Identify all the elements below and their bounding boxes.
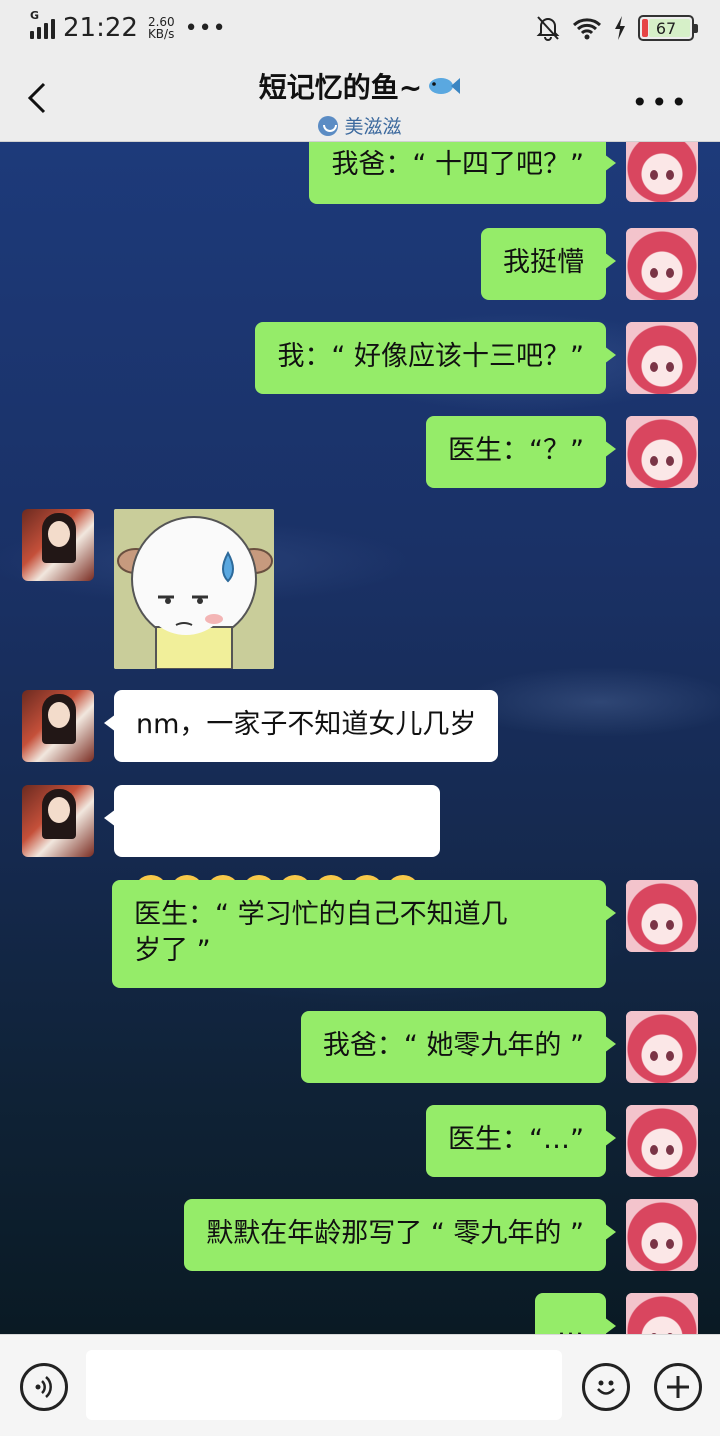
- chat-title: 短记忆的鱼~: [258, 71, 423, 104]
- my-avatar[interactable]: [626, 228, 698, 300]
- my-avatar[interactable]: [626, 142, 698, 202]
- voice-icon: [35, 1376, 52, 1398]
- status-text: 美滋滋: [344, 116, 402, 138]
- more-options-button[interactable]: •••: [631, 86, 690, 119]
- smile-status-icon: [318, 115, 339, 136]
- message-bubble[interactable]: 医生：“ 学习忙的自己不知道几 岁了 ”: [112, 880, 616, 988]
- emoji-picker-button[interactable]: [582, 1363, 630, 1411]
- battery-level: 67: [655, 18, 677, 38]
- network-speed: 2.60 KB/s: [148, 16, 175, 40]
- friend-avatar[interactable]: [22, 509, 94, 581]
- my-avatar[interactable]: [626, 1293, 698, 1334]
- signal-icon: G: [30, 9, 55, 39]
- plus-icon: [667, 1376, 689, 1398]
- mute-bell-icon: [536, 16, 560, 41]
- charging-icon: [615, 16, 625, 40]
- message-bubble[interactable]: 我挺懵: [481, 228, 616, 300]
- message-input[interactable]: [86, 1350, 562, 1420]
- message-bubble[interactable]: 我爸：“ 她零九年的 ”: [300, 1011, 617, 1083]
- message-bubble[interactable]: 医生：“？”: [426, 416, 616, 488]
- status-more-icon: •••: [184, 15, 227, 41]
- friend-avatar[interactable]: [22, 690, 94, 762]
- wifi-icon: [572, 18, 602, 40]
- friend-avatar[interactable]: [22, 785, 94, 857]
- message-bubble[interactable]: 我爸：“ 十四了吧？”: [309, 142, 616, 204]
- sweating-sheep-sticker[interactable]: [114, 509, 274, 669]
- network-type: G: [30, 9, 40, 22]
- status-bar: G 21:22 2.60 KB/s ••• 67: [0, 0, 720, 56]
- speed-unit: KB/s: [147, 27, 175, 41]
- more-functions-button[interactable]: [654, 1363, 702, 1411]
- my-avatar[interactable]: [626, 416, 698, 488]
- message-bubble[interactable]: 默默在年龄那写了 “ 零九年的 ”: [184, 1199, 616, 1271]
- my-avatar[interactable]: [626, 1105, 698, 1177]
- emoji-message[interactable]: [104, 785, 440, 909]
- chat-title-area: 短记忆的鱼~ 美滋滋: [0, 66, 720, 139]
- message-bubble[interactable]: 我：“ 好像应该十三吧？”: [255, 322, 616, 394]
- message-list[interactable]: 我爸：“ 十四了吧？” 我挺懵 我：“ 好像应该十三吧？” 医生：“？” nm，…: [0, 142, 720, 1334]
- message-bubble[interactable]: …: [535, 1293, 616, 1334]
- battery-indicator: 67: [638, 15, 698, 41]
- voice-input-button[interactable]: [20, 1363, 68, 1411]
- my-avatar[interactable]: [626, 1011, 698, 1083]
- sheep-icon: [114, 509, 274, 669]
- smiley-icon: [597, 1380, 615, 1395]
- my-avatar[interactable]: [626, 880, 698, 952]
- fish-icon: [429, 78, 461, 94]
- message-bubble[interactable]: 医生：“…”: [426, 1105, 616, 1177]
- chat-header: 短记忆的鱼~ 美滋滋 •••: [0, 56, 720, 142]
- chat-subtitle: 美滋滋: [0, 112, 720, 139]
- message-bubble[interactable]: nm，一家子不知道女儿几岁: [103, 690, 499, 762]
- input-bar: [0, 1334, 720, 1436]
- my-avatar[interactable]: [626, 1199, 698, 1271]
- my-avatar[interactable]: [626, 322, 698, 394]
- clock: 21:22: [63, 13, 138, 43]
